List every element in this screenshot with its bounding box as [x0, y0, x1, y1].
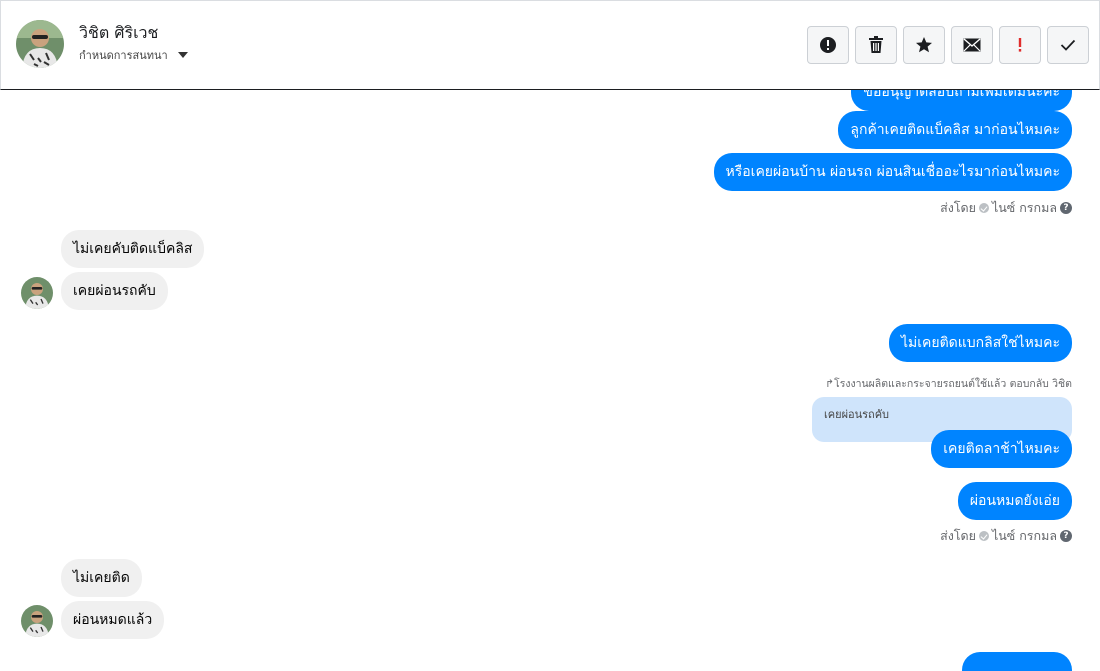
sent-by-prefix: ส่งโดย [940, 528, 976, 543]
conversation-toolbar [807, 26, 1089, 64]
help-icon[interactable]: ? [1060, 202, 1072, 214]
incoming-message: ผ่อนหมดแล้ว [61, 601, 165, 639]
contact-avatar-small [21, 605, 53, 637]
caret-down-icon [177, 52, 188, 58]
conversation-header: วิชิต ศิริเวช กำหนดการสนทนา [0, 0, 1100, 90]
message-thread[interactable]: ขออนุญาตสอบถามเพิ่มเติมนะคะ ลูกค้าเคยติด… [0, 90, 1100, 671]
sent-by-label: ส่งโดย ไนซ์ กรกมล ? [940, 198, 1072, 218]
chat-options-dropdown[interactable]: กำหนดการสนทนา [79, 46, 188, 64]
outgoing-message: ผ่อนหมดยังเอ่ย [957, 482, 1072, 520]
outgoing-message: หรือเคยผ่อนบ้าน ผ่อนรถ ผ่อนสินเชื่ออะไรม… [713, 153, 1072, 191]
envelope-icon [963, 38, 981, 52]
check-icon [1060, 39, 1076, 51]
sent-check-icon [978, 531, 989, 541]
mark-unread-button[interactable] [951, 26, 993, 64]
contact-avatar-small [21, 277, 53, 309]
star-icon [916, 37, 932, 53]
help-icon[interactable]: ? [1060, 530, 1072, 542]
sender-name: ไนซ์ กรกมล [991, 528, 1057, 543]
alert-circle-icon [820, 37, 836, 53]
outgoing-message: ขออนุญาตสอบถามเพิ่มเติมนะคะ [851, 90, 1072, 111]
outgoing-message: ลูกค้าเคยติดแบ็คลิส มาก่อนไหมคะ [838, 111, 1072, 149]
important-button[interactable] [999, 26, 1041, 64]
sent-by-prefix: ส่งโดย [940, 200, 976, 215]
star-button[interactable] [903, 26, 945, 64]
chat-options-label: กำหนดการสนทนา [79, 49, 168, 62]
incoming-message: ไม่เคยคับติดแบ็คลิส [61, 230, 205, 268]
outgoing-message: เคยติดลาช้าไหมคะ [931, 430, 1072, 468]
alert-button[interactable] [807, 26, 849, 64]
exclamation-icon [1018, 38, 1022, 52]
incoming-message: เคยผ่อนรถคับ [61, 272, 168, 310]
done-button[interactable] [1047, 26, 1089, 64]
contact-avatar[interactable] [16, 20, 64, 68]
sent-by-label: ส่งโดย ไนซ์ กรกมล ? [940, 526, 1072, 546]
sent-check-icon [978, 203, 989, 213]
incoming-message: ไม่เคยติด [61, 559, 142, 597]
outgoing-message-partial [962, 652, 1072, 671]
delete-button[interactable] [855, 26, 897, 64]
outgoing-message: ไม่เคยติดแบกลิสใช่ไหมคะ [888, 324, 1072, 362]
reply-context-label: ↱โรงงานผลิตและกระจายรถยนต์ใช้แล้ว ตอบกลั… [825, 378, 1072, 390]
sender-name: ไนซ์ กรกมล [991, 200, 1057, 215]
contact-name: วิชิต ศิริเวช [79, 23, 159, 42]
trash-icon [869, 36, 883, 53]
